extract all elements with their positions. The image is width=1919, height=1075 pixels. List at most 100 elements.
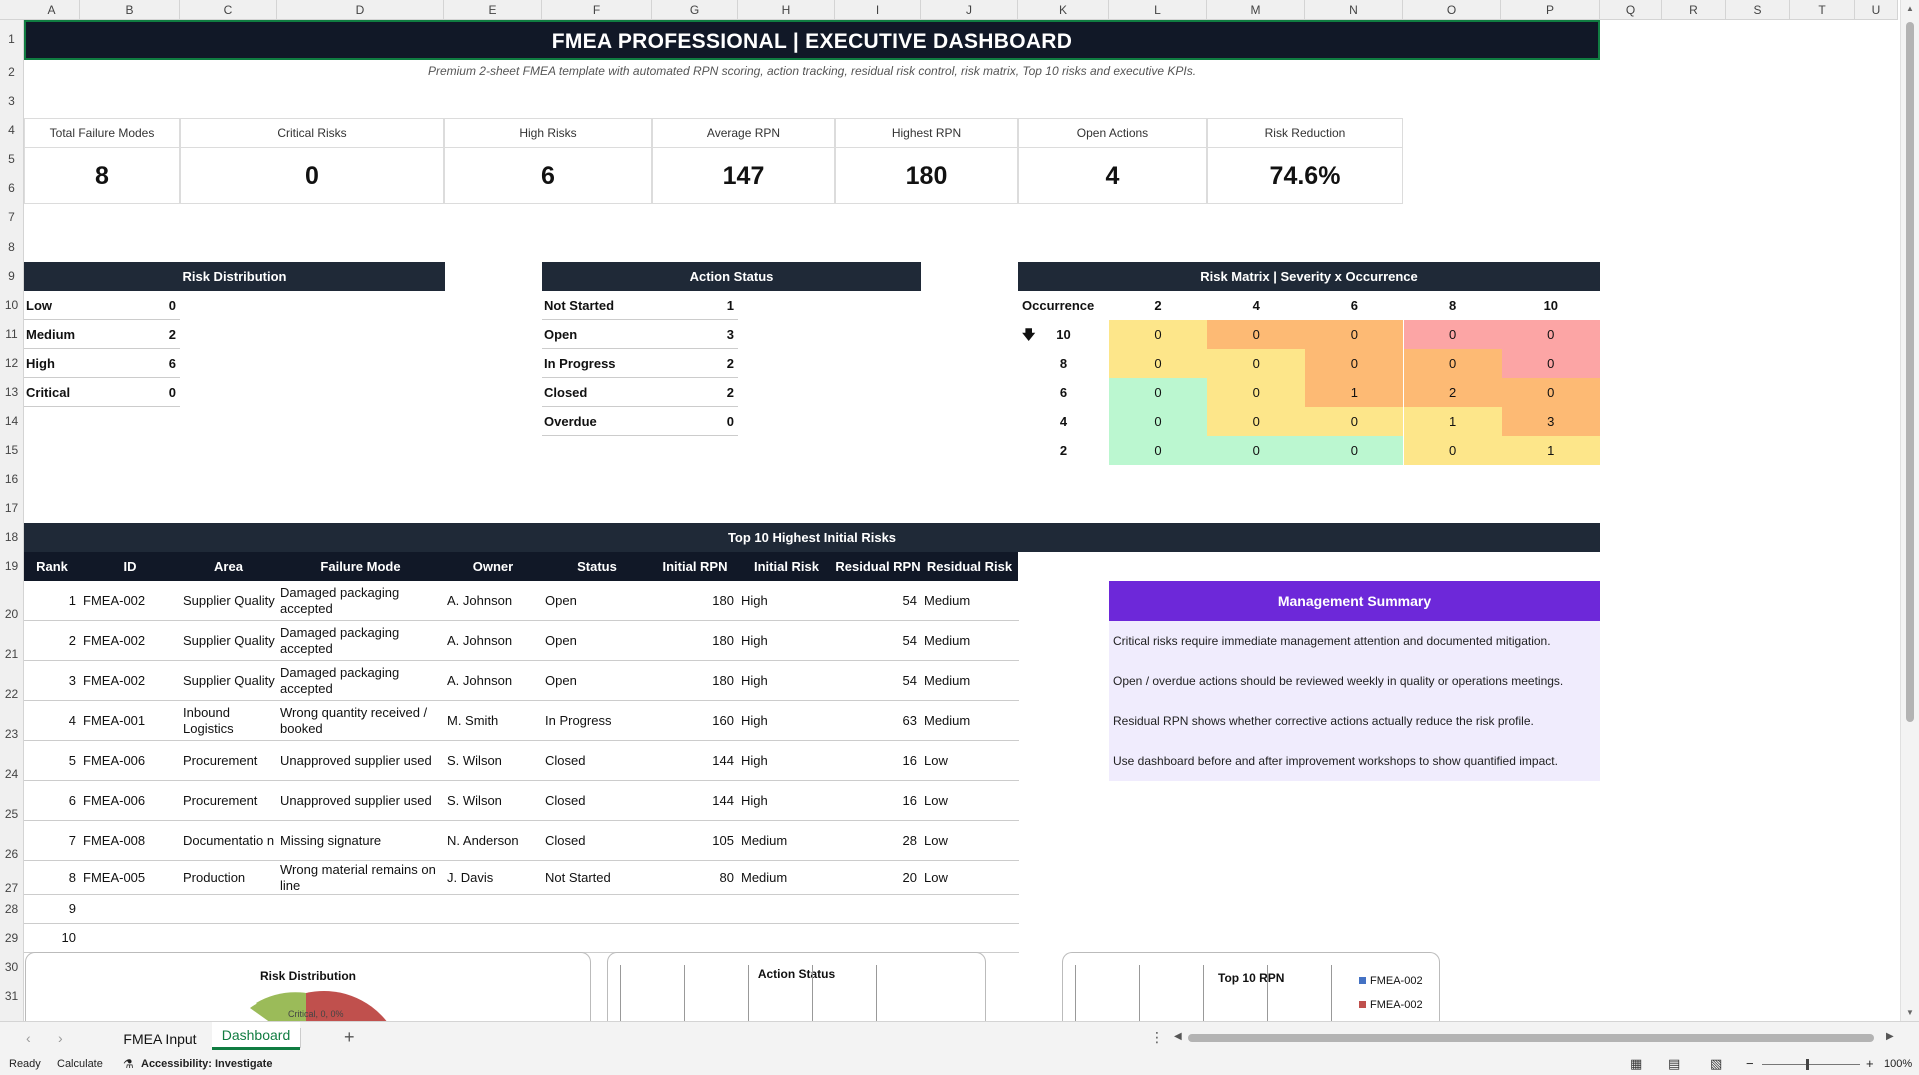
row-header[interactable]: 21	[0, 621, 24, 661]
accessibility-status[interactable]: Accessibility: Investigate	[141, 1058, 272, 1070]
table-header[interactable]: Failure Mode	[277, 552, 444, 581]
column-header[interactable]: H	[738, 0, 835, 20]
scroll-up-icon[interactable]: ▲	[1906, 4, 1914, 13]
column-header[interactable]: P	[1501, 0, 1600, 20]
tab-fmea-input[interactable]: FMEA Input	[110, 1028, 210, 1050]
column-header[interactable]: I	[835, 0, 921, 20]
matrix-cell[interactable]: 0	[1305, 407, 1404, 436]
column-header[interactable]: M	[1207, 0, 1305, 20]
add-sheet-button[interactable]: +	[344, 1027, 355, 1048]
row-header[interactable]: 20	[0, 581, 24, 621]
top10-rpn-chart[interactable]: Top 10 RPN FMEA-002 FMEA-002	[1062, 952, 1440, 1021]
matrix-cell[interactable]: 0	[1109, 378, 1207, 407]
column-header[interactable]: L	[1109, 0, 1207, 20]
row-header[interactable]: 12	[0, 349, 24, 378]
column-header[interactable]: J	[921, 0, 1018, 20]
table-row[interactable]: 2 FMEA-002 Supplier Quality Damaged packagi…	[24, 621, 1019, 661]
matrix-cell[interactable]: 3	[1501, 407, 1600, 436]
zoom-level[interactable]: 100%	[1884, 1058, 1912, 1070]
matrix-cell[interactable]: 0	[1207, 378, 1306, 407]
matrix-cell[interactable]: 0	[1109, 320, 1207, 349]
table-header[interactable]: Residual RPN	[835, 552, 921, 581]
matrix-cell[interactable]: 0	[1207, 407, 1306, 436]
page-layout-icon[interactable]: ▤	[1668, 1056, 1680, 1072]
row-header[interactable]: 5	[0, 145, 24, 174]
row-header[interactable]: 7	[0, 203, 24, 232]
row-header[interactable]: 14	[0, 407, 24, 436]
normal-view-icon[interactable]: ▦	[1630, 1056, 1642, 1072]
matrix-cell[interactable]: 1	[1305, 378, 1404, 407]
table-row[interactable]: 7 FMEA-008 Documentatio n Missing signature…	[24, 821, 1019, 861]
table-row[interactable]: 5 FMEA-006 Procurement Unapproved supplier …	[24, 741, 1019, 781]
zoom-slider-thumb[interactable]	[1806, 1059, 1809, 1070]
row-header[interactable]: 28	[0, 895, 24, 924]
row-header[interactable]: 18	[0, 523, 24, 552]
matrix-cell[interactable]: 0	[1501, 320, 1600, 349]
table-header[interactable]: Initial Risk	[738, 552, 835, 581]
column-header[interactable]: K	[1018, 0, 1109, 20]
vertical-scroll-thumb[interactable]	[1906, 22, 1914, 722]
row-header[interactable]: 2	[0, 58, 24, 87]
more-options-icon[interactable]: ⋮	[1150, 1029, 1164, 1046]
calculate-button[interactable]: Calculate	[57, 1058, 103, 1070]
zoom-in-button[interactable]: +	[1866, 1056, 1874, 1071]
column-header[interactable]: R	[1662, 0, 1726, 20]
row-header[interactable]: 29	[0, 924, 24, 953]
row-header[interactable]: 3	[0, 87, 24, 116]
column-header[interactable]: F	[542, 0, 652, 20]
matrix-cell[interactable]: 0	[1109, 436, 1207, 465]
tab-scroll-right-icon[interactable]: ›	[58, 1030, 63, 1046]
matrix-cell[interactable]: 1	[1501, 436, 1600, 465]
table-row[interactable]: 8 FMEA-005 Production Wrong material remain…	[24, 861, 1019, 895]
zoom-out-button[interactable]: −	[1746, 1056, 1754, 1071]
table-header[interactable]: Area	[180, 552, 277, 581]
action-status-chart[interactable]: Action Status	[607, 952, 986, 1021]
matrix-cell[interactable]: 1	[1403, 407, 1502, 436]
matrix-cell[interactable]: 0	[1403, 349, 1502, 378]
table-row[interactable]: 9	[24, 895, 1019, 924]
row-header[interactable]: 17	[0, 494, 24, 523]
column-header[interactable]: T	[1790, 0, 1855, 20]
row-header[interactable]: 19	[0, 552, 24, 581]
matrix-cell[interactable]: 0	[1305, 320, 1404, 349]
table-header[interactable]: Residual Risk	[921, 552, 1018, 581]
row-header[interactable]: 26	[0, 821, 24, 861]
matrix-cell[interactable]: 0	[1305, 436, 1404, 465]
matrix-cell[interactable]: 0	[1109, 407, 1207, 436]
row-header[interactable]: 25	[0, 781, 24, 821]
row-header[interactable]: 15	[0, 436, 24, 465]
risk-distribution-chart[interactable]: Risk Distribution Critical, 0, 0%	[25, 952, 591, 1021]
table-header[interactable]: Status	[542, 552, 652, 581]
table-header[interactable]: Initial RPN	[652, 552, 738, 581]
column-header[interactable]: S	[1726, 0, 1790, 20]
table-header[interactable]: Owner	[444, 552, 542, 581]
page-break-icon[interactable]: ▧	[1710, 1056, 1722, 1072]
dashboard-title[interactable]: FMEA PROFESSIONAL | EXECUTIVE DASHBOARD	[24, 20, 1600, 60]
tab-scroll-left-icon[interactable]: ‹	[26, 1030, 31, 1046]
column-header[interactable]: D	[277, 0, 444, 20]
matrix-cell[interactable]: 0	[1109, 349, 1207, 378]
row-header[interactable]: 31	[0, 982, 24, 1011]
row-header[interactable]: 6	[0, 174, 24, 203]
row-header[interactable]: 16	[0, 465, 24, 494]
matrix-cell[interactable]: 0	[1501, 349, 1600, 378]
column-header[interactable]: A	[24, 0, 80, 20]
hscroll-right-icon[interactable]: ▶	[1886, 1031, 1894, 1042]
row-header[interactable]: 1	[0, 20, 24, 58]
row-header[interactable]: 4	[0, 116, 24, 145]
column-header[interactable]: N	[1305, 0, 1403, 20]
column-header[interactable]: C	[180, 0, 277, 20]
table-row[interactable]: 3 FMEA-002 Supplier Quality Damaged packagi…	[24, 661, 1019, 701]
row-header[interactable]: 23	[0, 701, 24, 741]
row-header[interactable]: 11	[0, 320, 24, 349]
column-header[interactable]: Q	[1600, 0, 1662, 20]
matrix-cell[interactable]: 0	[1207, 349, 1306, 378]
row-header[interactable]: 8	[0, 232, 24, 262]
column-header[interactable]: G	[652, 0, 738, 20]
matrix-cell[interactable]: 0	[1305, 349, 1404, 378]
column-header[interactable]: B	[80, 0, 180, 20]
matrix-cell[interactable]: 0	[1403, 436, 1502, 465]
tab-dashboard[interactable]: Dashboard	[212, 1022, 300, 1050]
table-row[interactable]: 4 FMEA-001 Inbound Logistics Wrong quantity…	[24, 701, 1019, 741]
row-header[interactable]: 22	[0, 661, 24, 701]
